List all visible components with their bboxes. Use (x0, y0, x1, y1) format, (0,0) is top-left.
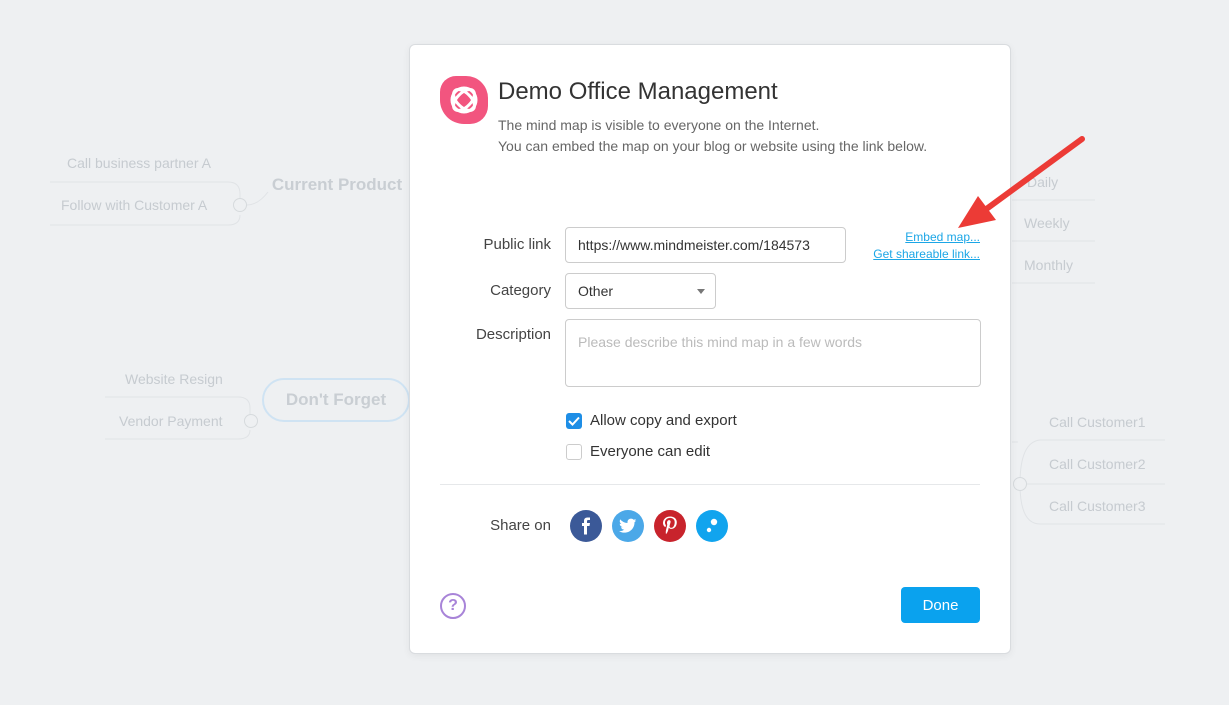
everyone-can-edit-row[interactable]: Everyone can edit (566, 443, 710, 460)
facebook-icon[interactable] (570, 510, 602, 542)
public-link-label: Public link (483, 236, 551, 253)
mind-map-child: Call Customer2 (1049, 456, 1146, 472)
subtitle-line: The mind map is visible to everyone on t… (498, 117, 820, 133)
mind-map-child: Website Resign (125, 371, 223, 387)
dialog-divider (440, 484, 980, 485)
mind-map-collapse-dot (1013, 477, 1027, 491)
mind-map-node-dont-forget: Don't Forget (262, 378, 410, 422)
help-icon[interactable]: ? (440, 593, 466, 619)
subtitle-line: You can embed the map on your blog or we… (498, 138, 928, 154)
chevron-down-icon (697, 289, 705, 294)
description-label: Description (475, 326, 551, 343)
share-on-label: Share on (490, 517, 551, 534)
dialog-subtitle: The mind map is visible to everyone on t… (498, 115, 948, 157)
mind-map-collapse-dot (244, 414, 258, 428)
everyone-can-edit-checkbox[interactable] (566, 443, 582, 460)
allow-copy-export-checkbox[interactable] (566, 412, 582, 429)
mind-map-node-current-product: Current Product (271, 175, 403, 194)
pinterest-icon[interactable] (654, 510, 686, 542)
mind-map-child: Call Customer1 (1049, 414, 1146, 430)
category-label: Category (490, 282, 551, 299)
embed-map-link[interactable]: Embed map... (780, 230, 980, 244)
category-select[interactable]: Other (565, 273, 716, 309)
everyone-can-edit-label: Everyone can edit (590, 443, 711, 460)
twitter-icon[interactable] (612, 510, 644, 542)
allow-copy-export-label: Allow copy and export (590, 412, 737, 429)
checkmark-icon (568, 416, 580, 426)
allow-copy-export-row[interactable]: Allow copy and export (566, 412, 737, 429)
mind-map-collapse-dot (233, 198, 247, 212)
mindmeister-share-icon[interactable] (696, 510, 728, 542)
done-button[interactable]: Done (901, 587, 980, 623)
dialog-title: Demo Office Management (498, 78, 778, 105)
category-selected-value: Other (578, 283, 614, 299)
mind-map-child: Call Customer3 (1049, 498, 1146, 514)
mindmeister-logo-icon (440, 76, 488, 124)
mind-map-child: Call business partner A (67, 155, 211, 171)
get-shareable-link[interactable]: Get shareable link... (780, 247, 980, 261)
mind-map-child: Daily (1027, 174, 1059, 190)
mind-map-child: Vendor Payment (119, 413, 223, 429)
mind-map-child: Follow with Customer A (61, 197, 208, 213)
public-sharing-dialog: Demo Office Management The mind map is v… (409, 44, 1011, 654)
description-textarea[interactable]: Please describe this mind map in a few w… (565, 319, 981, 387)
mind-map-child: Weekly (1024, 215, 1070, 231)
mind-map-child: Monthly (1024, 257, 1074, 273)
